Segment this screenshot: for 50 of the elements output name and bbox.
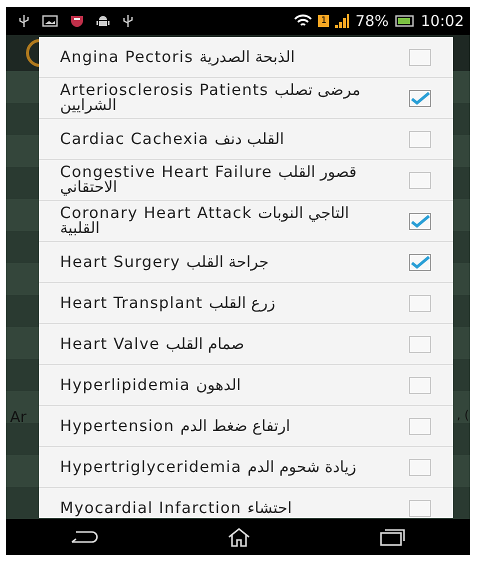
battery-percent: 78% bbox=[355, 12, 389, 30]
list-item[interactable]: Angina Pectoris الذبحة الصدرية bbox=[39, 37, 453, 78]
item-label: Hypertension ارتفاع ضغط الدم bbox=[60, 418, 292, 434]
item-label: Hypertriglyceridemia زيادة شحوم الدم bbox=[60, 460, 358, 474]
usb-icon bbox=[122, 14, 134, 28]
list-item[interactable]: Congestive Heart Failure قصور القلب الاحتقاني bbox=[39, 160, 453, 201]
item-label: Hyperlipidemia الدهون bbox=[60, 378, 242, 392]
list-item[interactable]: Hypertension ارتفاع ضغط الدم bbox=[39, 406, 453, 447]
background-text: , ( bbox=[456, 408, 469, 424]
checkbox[interactable] bbox=[409, 376, 431, 394]
checkbox[interactable] bbox=[409, 458, 431, 476]
checkbox[interactable] bbox=[409, 500, 431, 516]
item-label: Myocardial Infarction احتشاء bbox=[60, 500, 293, 516]
item-label: Arteriosclerosis Patients مرضى تصلب الشرايين bbox=[60, 83, 362, 113]
checkbox[interactable] bbox=[409, 418, 431, 434]
sim-badge: 1 bbox=[318, 15, 330, 27]
clock: 10:02 bbox=[420, 12, 464, 30]
checkbox[interactable] bbox=[409, 254, 431, 270]
checkbox[interactable] bbox=[409, 48, 431, 66]
list-item[interactable]: Coronary Heart Attack التاجي النوبات القلبية bbox=[39, 201, 453, 242]
signal-icon bbox=[335, 14, 350, 28]
list-item[interactable]: Heart Valve صمام القلب bbox=[39, 324, 453, 365]
list-item[interactable]: Hyperlipidemia الدهون bbox=[39, 365, 453, 406]
item-label: Congestive Heart Failure قصور القلب الاحتقاني bbox=[60, 165, 358, 195]
list-item[interactable]: Cardiac Cachexia القلب دنف bbox=[39, 119, 453, 160]
item-label: Coronary Heart Attack التاجي النوبات القلبية bbox=[60, 206, 350, 236]
android-icon bbox=[96, 14, 110, 28]
list-item[interactable]: Heart Surgery جراحة القلب bbox=[39, 242, 453, 283]
item-label: Cardiac Cachexia القلب دنف bbox=[60, 132, 286, 146]
item-label: Heart Valve صمام القلب bbox=[60, 336, 246, 352]
checkbox[interactable] bbox=[409, 336, 431, 352]
checkbox[interactable] bbox=[409, 212, 431, 230]
item-label: Angina Pectoris الذبحة الصدرية bbox=[60, 50, 296, 64]
checkbox[interactable] bbox=[409, 130, 431, 148]
shield-icon bbox=[70, 14, 84, 28]
checkbox[interactable] bbox=[409, 90, 431, 106]
battery-icon bbox=[394, 15, 415, 27]
item-label: Heart Transplant زرع القلب bbox=[60, 296, 276, 310]
recent-apps-icon[interactable] bbox=[380, 528, 406, 546]
home-icon[interactable] bbox=[226, 527, 251, 547]
back-icon[interactable] bbox=[70, 530, 98, 544]
list-item[interactable]: Arteriosclerosis Patients مرضى تصلب الشرايين bbox=[39, 78, 453, 119]
checkbox[interactable] bbox=[409, 294, 431, 312]
usb-icon bbox=[18, 14, 30, 28]
item-label: Heart Surgery جراحة القلب bbox=[60, 254, 270, 270]
checkbox[interactable] bbox=[409, 172, 431, 188]
list-item[interactable]: Hypertriglyceridemia زيادة شحوم الدم bbox=[39, 447, 453, 488]
image-icon bbox=[42, 15, 58, 27]
list-item[interactable]: Heart Transplant زرع القلب bbox=[39, 283, 453, 324]
wifi-icon bbox=[294, 14, 312, 28]
